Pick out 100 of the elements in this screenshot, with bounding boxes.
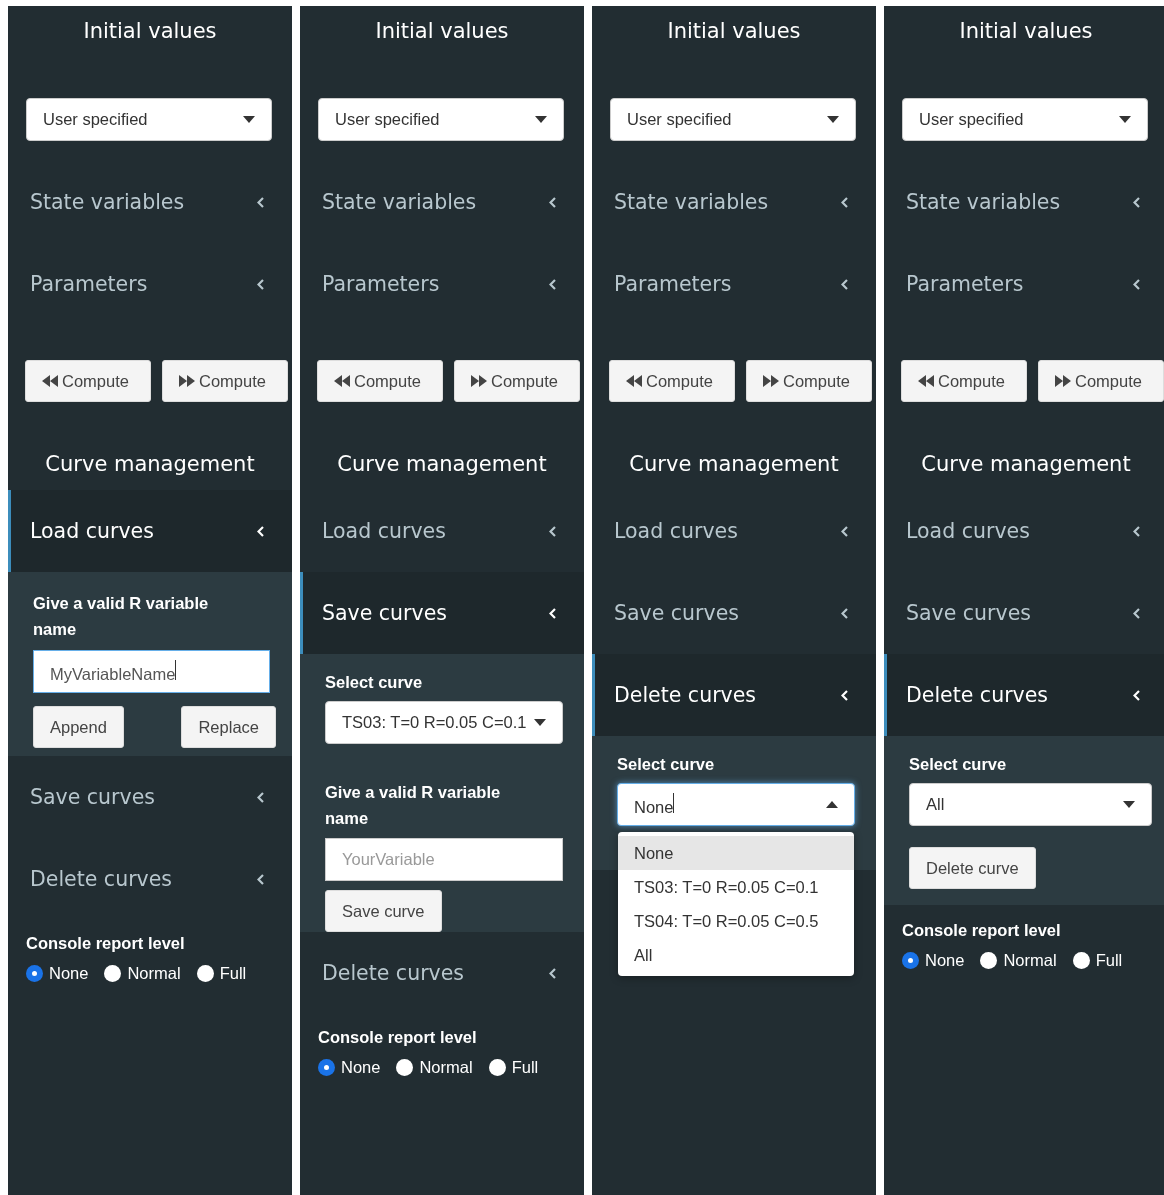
menu-item[interactable]: Save curves — [884, 572, 1164, 654]
caret-icon — [827, 116, 839, 123]
dropdown-option[interactable]: TS03: T=0 R=0.05 C=0.1 — [618, 870, 854, 904]
field-label: Select curve — [909, 754, 1008, 775]
chevron-left-icon — [841, 689, 848, 701]
fast-forward-icon — [471, 375, 487, 387]
caret-icon — [534, 719, 546, 726]
menu-item[interactable]: Delete curves — [884, 654, 1164, 736]
radio-label: None — [925, 951, 965, 970]
field-label: Select curve — [617, 754, 716, 775]
radio-label: Normal — [419, 1058, 473, 1077]
compute-button[interactable]: Compute — [162, 360, 288, 402]
select-dropdown[interactable]: User specified — [318, 98, 564, 141]
select-dropdown[interactable]: User specified — [26, 98, 272, 141]
menu-item[interactable]: State variables — [300, 161, 584, 243]
action-button[interactable]: Append — [33, 706, 124, 748]
radio-label: Full — [511, 1058, 539, 1077]
section-title: Initial values — [958, 18, 1094, 45]
chevron-left-icon — [841, 278, 848, 290]
select-dropdown[interactable]: User specified — [902, 98, 1148, 141]
compute-button[interactable]: Compute — [609, 360, 735, 402]
text-field[interactable]: MyVariableName — [33, 650, 270, 693]
chevron-left-icon — [257, 196, 264, 208]
caret-icon — [535, 116, 547, 123]
compute-button[interactable]: Compute — [1038, 360, 1164, 402]
section-title: Initial values — [82, 18, 218, 45]
menu-item[interactable]: Parameters — [300, 243, 584, 325]
radio-label: None — [341, 1058, 381, 1077]
select-dropdown[interactable]: User specified — [610, 98, 856, 141]
menu-item[interactable]: Save curves — [8, 756, 292, 838]
radio-button[interactable] — [980, 952, 998, 969]
radio-button[interactable] — [488, 1059, 506, 1076]
dropdown-option[interactable]: TS04: T=0 R=0.05 C=0.5 — [618, 904, 854, 938]
radio-button[interactable] — [902, 952, 919, 969]
field-label: Give a valid R variable name — [33, 593, 210, 640]
text-cursor — [673, 792, 675, 813]
compute-button[interactable]: Compute — [317, 360, 443, 402]
caret-icon — [1123, 801, 1135, 808]
menu-item[interactable]: Delete curves — [592, 654, 876, 736]
compute-button[interactable]: Compute — [746, 360, 872, 402]
radio-button[interactable] — [26, 965, 43, 982]
radio-button[interactable] — [318, 1059, 335, 1076]
menu-item[interactable]: Load curves — [300, 490, 584, 572]
field-label: Select curve — [325, 672, 424, 693]
section-title: Curve management — [336, 451, 548, 478]
section-title: Initial values — [374, 18, 510, 45]
menu-item[interactable]: State variables — [884, 161, 1164, 243]
section-label: Console report level — [26, 933, 186, 954]
rewind-icon — [42, 375, 58, 387]
chevron-left-icon — [1133, 196, 1140, 208]
radio-label: Full — [219, 964, 247, 983]
radio-button[interactable] — [396, 1059, 414, 1076]
menu-item[interactable]: State variables — [8, 161, 292, 243]
chevron-left-icon — [257, 525, 264, 537]
compute-button[interactable]: Compute — [454, 360, 580, 402]
radio-label: Normal — [127, 964, 181, 983]
chevron-left-icon — [1133, 689, 1140, 701]
menu-item[interactable]: Load curves — [884, 490, 1164, 572]
chevron-left-icon — [257, 873, 264, 885]
fast-forward-icon — [179, 375, 195, 387]
menu-item[interactable]: Load curves — [8, 490, 292, 572]
section-title: Curve management — [44, 451, 256, 478]
chevron-left-icon — [549, 196, 556, 208]
compute-button[interactable]: Compute — [901, 360, 1027, 402]
text-cursor — [175, 659, 177, 680]
dropdown-option[interactable]: All — [618, 938, 854, 972]
menu-item[interactable]: State variables — [592, 161, 876, 243]
menu-item[interactable]: Delete curves — [300, 932, 584, 1014]
chevron-left-icon — [549, 607, 556, 619]
menu-item[interactable]: Parameters — [592, 243, 876, 325]
section-label: Console report level — [318, 1027, 478, 1048]
chevron-left-icon — [1133, 525, 1140, 537]
chevron-left-icon — [841, 525, 848, 537]
radio-button[interactable] — [196, 965, 214, 982]
rewind-icon — [626, 375, 642, 387]
radio-button[interactable] — [104, 965, 122, 982]
rewind-icon — [918, 375, 934, 387]
chevron-left-icon — [549, 967, 556, 979]
menu-item[interactable]: Parameters — [8, 243, 292, 325]
rewind-icon — [334, 375, 350, 387]
compute-button[interactable]: Compute — [25, 360, 151, 402]
chevron-left-icon — [549, 525, 556, 537]
select-dropdown[interactable]: All — [909, 783, 1152, 826]
radio-label: None — [49, 964, 89, 983]
dropdown-option[interactable]: None — [618, 836, 854, 870]
save-curve-button[interactable]: Save curve — [325, 890, 442, 932]
radio-button[interactable] — [1072, 952, 1090, 969]
menu-item[interactable]: Delete curves — [8, 838, 292, 920]
menu-item[interactable]: Save curves — [300, 572, 584, 654]
delete-curve-button[interactable]: Delete curve — [909, 847, 1036, 889]
menu-item[interactable]: Load curves — [592, 490, 876, 572]
action-button[interactable]: Replace — [181, 706, 276, 748]
chevron-left-icon — [1133, 278, 1140, 290]
menu-item[interactable]: Parameters — [884, 243, 1164, 325]
caret-icon — [1119, 116, 1131, 123]
menu-item[interactable]: Save curves — [592, 572, 876, 654]
select-dropdown[interactable]: TS03: T=0 R=0.05 C=0.1 — [325, 701, 563, 744]
section-title: Curve management — [628, 451, 840, 478]
fast-forward-icon — [763, 375, 779, 387]
chevron-left-icon — [549, 278, 556, 290]
